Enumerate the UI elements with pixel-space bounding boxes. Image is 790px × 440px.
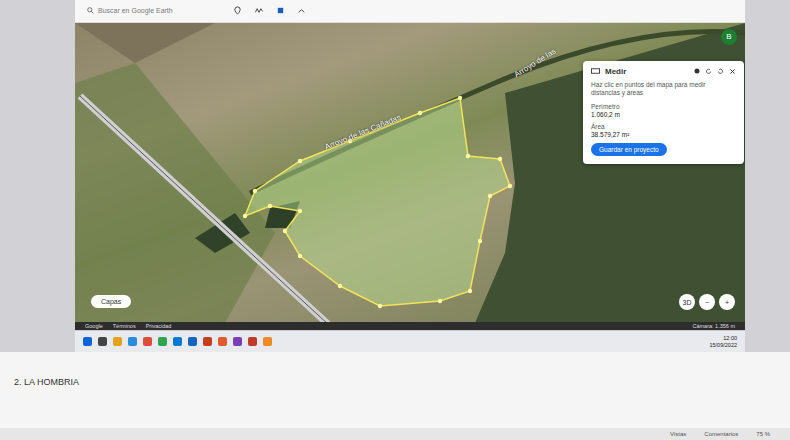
measure-point[interactable]	[338, 284, 342, 288]
map[interactable]: Arroyo de las CañadasArroyo de lasBMedir…	[75, 23, 745, 322]
clock: 12:0015/09/2022	[709, 335, 737, 347]
bookmark-icon[interactable]	[276, 6, 285, 15]
measure-panel: Medir Haz clic en puntos del mapa para me…	[583, 61, 744, 164]
document: 2. LA HOMBRIA Vistas Comentarios 75 %	[0, 352, 790, 440]
pin-icon[interactable]	[233, 6, 242, 15]
search-field[interactable]: Buscar en Google Earth	[83, 3, 221, 19]
measure-point[interactable]	[466, 154, 470, 158]
footer-link[interactable]: Google	[85, 323, 103, 329]
app-icon[interactable]	[83, 337, 92, 346]
photo: Buscar en Google EarthArroyo de las Caña…	[0, 0, 790, 440]
save-button[interactable]: Guardar en proyecto	[591, 143, 667, 156]
close-icon[interactable]	[729, 68, 736, 75]
user-avatar[interactable]: B	[721, 29, 737, 45]
measured-area[interactable]	[245, 98, 510, 306]
measure-point[interactable]	[488, 194, 492, 198]
measure-point[interactable]	[468, 289, 472, 293]
undo-icon[interactable]	[717, 68, 724, 75]
app-icon[interactable]	[233, 337, 242, 346]
app-icon[interactable]	[263, 337, 272, 346]
measure-point[interactable]	[298, 254, 302, 258]
measure-point[interactable]	[498, 157, 502, 161]
app-icon[interactable]	[218, 337, 227, 346]
top-bar: Buscar en Google Earth	[75, 0, 745, 23]
measure-point[interactable]	[253, 189, 257, 193]
app-icon[interactable]	[203, 337, 212, 346]
app-icon[interactable]	[98, 337, 107, 346]
document-heading: 2. LA HOMBRIA	[0, 352, 790, 428]
chevron-icon[interactable]	[297, 6, 306, 15]
app-icon[interactable]	[173, 337, 182, 346]
measure-point[interactable]	[508, 184, 512, 188]
footer-link[interactable]: Términos	[113, 323, 136, 329]
measure-point[interactable]	[283, 229, 287, 233]
measure-point[interactable]	[243, 214, 247, 218]
layers-button[interactable]: Capas	[91, 295, 131, 308]
app-icon[interactable]	[158, 337, 167, 346]
measure-point[interactable]	[378, 304, 382, 308]
redo-icon[interactable]	[705, 68, 712, 75]
measure-point[interactable]	[438, 299, 442, 303]
app-icon[interactable]	[113, 337, 122, 346]
map-control-button[interactable]: −	[699, 294, 715, 310]
app-icon[interactable]	[128, 337, 137, 346]
app-icon[interactable]	[143, 337, 152, 346]
search-icon	[87, 7, 94, 14]
measure-point[interactable]	[268, 204, 272, 208]
ruler-icon	[591, 68, 600, 74]
map-footer: Google Términos Privacidad Cámara: 1.356 m	[75, 322, 745, 330]
measure-point[interactable]	[458, 96, 462, 100]
app-icon[interactable]	[248, 337, 257, 346]
status-bar: Vistas Comentarios 75 %	[0, 428, 790, 440]
footer-link[interactable]: Privacidad	[146, 323, 172, 329]
zoom-level[interactable]: 75 %	[756, 431, 770, 437]
measure-hint: Haz clic en puntos del mapa para medir d…	[591, 81, 736, 98]
status-item[interactable]: Vistas	[670, 431, 686, 437]
screen: Buscar en Google EarthArroyo de las Caña…	[75, 0, 745, 352]
perimeter: Perímetro1.060,2 m	[591, 103, 736, 118]
map-control-button[interactable]: 3D	[679, 294, 695, 310]
camera-info: Cámara: 1.356 m	[693, 323, 736, 329]
path-icon[interactable]	[254, 6, 264, 15]
monitor: Buscar en Google EarthArroyo de las Caña…	[0, 0, 790, 352]
area: Área38.579,27 m²	[591, 123, 736, 138]
status-item[interactable]: Comentarios	[704, 431, 738, 437]
measure-point[interactable]	[298, 209, 302, 213]
map-control-button[interactable]: +	[719, 294, 735, 310]
taskbar: 12:0015/09/2022	[75, 330, 745, 352]
measure-point[interactable]	[298, 159, 302, 163]
map-controls: 3D−+	[679, 294, 735, 310]
app-icon[interactable]	[188, 337, 197, 346]
measure-title: Medir	[605, 67, 626, 76]
dot-icon	[694, 68, 700, 74]
measure-point[interactable]	[478, 239, 482, 243]
measure-point[interactable]	[418, 111, 422, 115]
